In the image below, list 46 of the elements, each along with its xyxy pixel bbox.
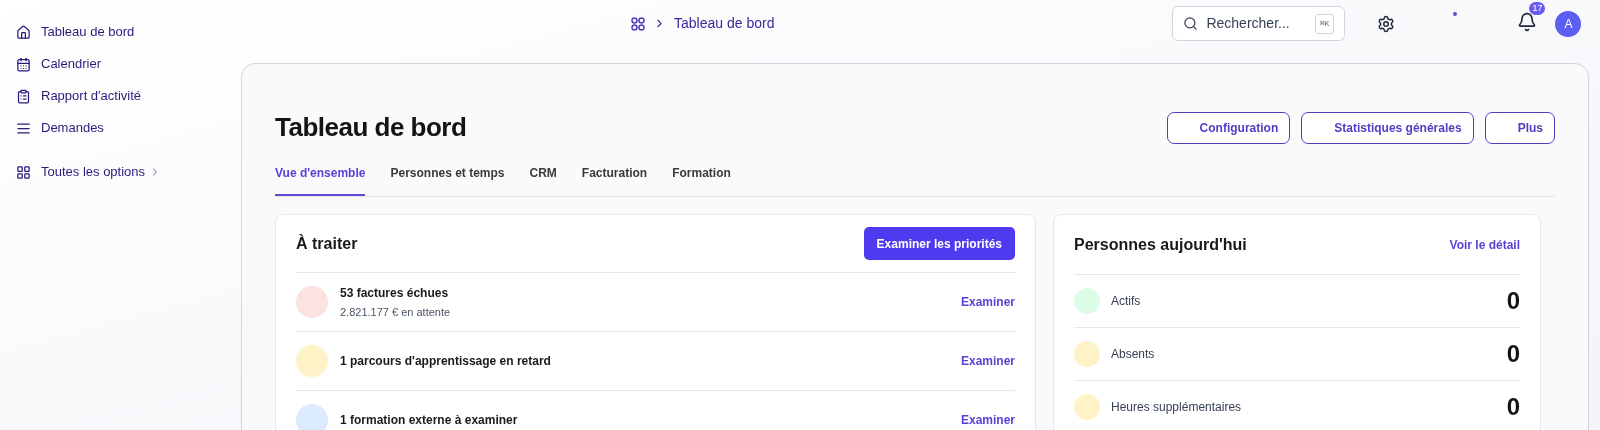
item-label: Actifs [1111, 293, 1141, 310]
item-label: Absents [1111, 346, 1155, 363]
sidebar-item[interactable]: Toutes les options [16, 156, 241, 188]
review-link[interactable]: Examiner [960, 411, 1015, 429]
bell-icon [1517, 12, 1538, 32]
sidebar-item[interactable]: Tableau de bord [16, 16, 241, 48]
item-count: 0 [1506, 286, 1520, 316]
card-title: Personnes aujourd'hui [1074, 234, 1247, 255]
home-icon [16, 24, 31, 40]
item-count: 0 [1506, 392, 1520, 422]
item-title: 53 factures échues [340, 284, 450, 302]
action-button[interactable]: Configuration [1166, 111, 1291, 144]
action-button[interactable]: Plus [1484, 111, 1555, 144]
tab[interactable]: CRM [529, 164, 557, 196]
tab[interactable]: Vue d'ensemble [275, 164, 366, 196]
search-field[interactable]: Rechercher... [1206, 13, 1297, 34]
item-count: 0 [1506, 339, 1520, 369]
review-link[interactable]: Examiner [960, 293, 1015, 311]
page-title: Tableau de bord [275, 111, 467, 144]
sidebar-item[interactable]: Calendrier [16, 48, 241, 80]
item-title: 1 parcours d'apprentissage en retard [340, 353, 551, 370]
search-box[interactable]: Rechercher... ⌘K [1172, 6, 1346, 41]
breadcrumb-link[interactable]: Tableau de bord [674, 13, 775, 34]
tab[interactable]: Facturation [581, 164, 648, 196]
clipboard-icon [16, 88, 31, 104]
calendar-icon [16, 56, 31, 72]
apps-icon [631, 16, 645, 31]
search-icon [1183, 16, 1199, 31]
shortcut-key: ⌘K [1314, 13, 1335, 34]
notification-count: 17 [1529, 2, 1546, 15]
tab[interactable]: Personnes et temps [390, 164, 505, 196]
sidebar-item[interactable]: Rapport d'activité [16, 80, 241, 112]
list-icon [16, 120, 31, 136]
review-link[interactable]: Examiner [960, 352, 1015, 370]
tab[interactable]: Formation [672, 164, 731, 196]
action-button[interactable]: Statistiques générales [1301, 111, 1474, 144]
item-label: Heures supplémentaires [1111, 399, 1242, 416]
sidebar-item[interactable]: Demandes [16, 112, 241, 144]
grid-icon [16, 164, 31, 180]
user-avatar[interactable]: A [1555, 10, 1582, 37]
item-title: 1 formation externe à examiner [340, 412, 518, 429]
details-link[interactable]: Voir le détail [1449, 235, 1520, 254]
review-priorities-button[interactable]: Examiner les priorités [863, 227, 1015, 260]
item-subtitle: 2.821.177 € en attente [340, 304, 451, 320]
settings-icon [1377, 14, 1396, 33]
card-title: À traiter [296, 233, 358, 254]
